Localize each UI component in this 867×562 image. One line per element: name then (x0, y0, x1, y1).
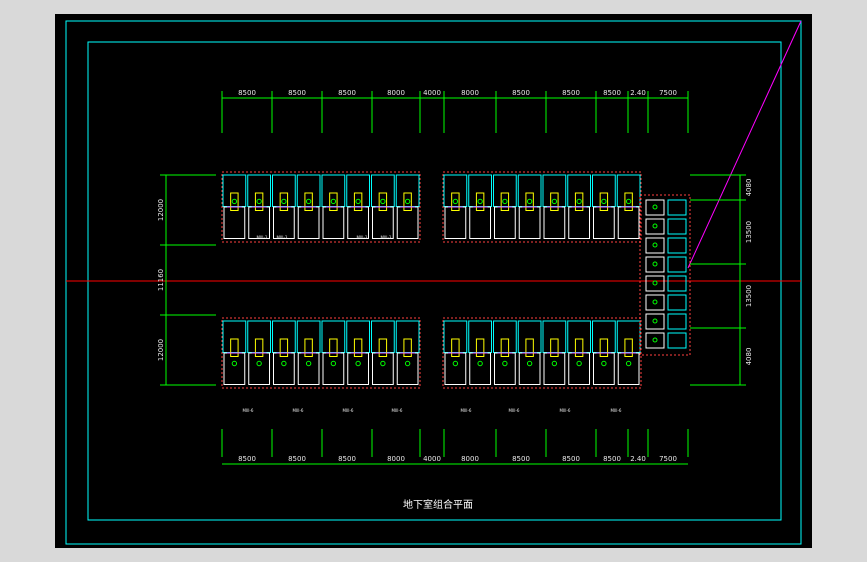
unit-label: MIII-6 (509, 408, 520, 413)
unit-label: MIII-6 (343, 408, 354, 413)
dimension-text: 13500 (745, 221, 753, 243)
unit-label: MIII-3 (381, 235, 392, 240)
dimension-text: 13500 (745, 285, 753, 307)
drawing-title: 地下室组合平面 (403, 498, 473, 511)
dimension-text: 8500 (288, 455, 306, 463)
dimension-text: 12000 (157, 339, 165, 361)
dimension-text: 4080 (745, 348, 753, 366)
unit-label: MIII-3 (277, 235, 288, 240)
dimension-text: 8500 (238, 89, 256, 97)
unit-label: MIII-6 (243, 408, 254, 413)
dimension-text: 11160 (157, 269, 165, 291)
dimension-text: 4000 (423, 89, 441, 97)
dimension-text: 2.40 (630, 455, 646, 463)
dimension-text: 8500 (603, 89, 621, 97)
dimension-text: 7500 (659, 89, 677, 97)
unit-label: MIII-3 (357, 235, 368, 240)
unit-label: MIII-6 (392, 408, 403, 413)
unit-label: MIII-3 (257, 235, 268, 240)
dimension-text: 8500 (338, 455, 356, 463)
unit-label: MIII-6 (293, 408, 304, 413)
unit-label: MIII-6 (461, 408, 472, 413)
dimension-text: 4000 (423, 455, 441, 463)
dimension-text: 8500 (562, 89, 580, 97)
dimension-text: 8000 (461, 455, 479, 463)
cad-drawing-viewport: 8500 8500 8500 8000 4000 8000 8500 8500 8500 2.40… (0, 0, 867, 562)
dimension-text: 12000 (157, 199, 165, 221)
unit-label: MIII-6 (560, 408, 571, 413)
dimension-text: 2.40 (630, 89, 646, 97)
dimension-text: 8000 (461, 89, 479, 97)
cad-canvas: 8500 8500 8500 8000 4000 8000 8500 8500 8500 2.40… (0, 0, 867, 562)
dimension-text: 8500 (338, 89, 356, 97)
dimension-text: 4080 (745, 179, 753, 197)
dimension-text: 8500 (288, 89, 306, 97)
dimension-text: 8500 (238, 455, 256, 463)
dimension-text: 8500 (512, 455, 530, 463)
dimension-text: 8000 (387, 89, 405, 97)
dimension-text: 8000 (387, 455, 405, 463)
unit-label: MIII-6 (611, 408, 622, 413)
dimension-text: 8500 (603, 455, 621, 463)
dimension-text: 7500 (659, 455, 677, 463)
dimension-text: 8500 (512, 89, 530, 97)
dimension-text: 8500 (562, 455, 580, 463)
